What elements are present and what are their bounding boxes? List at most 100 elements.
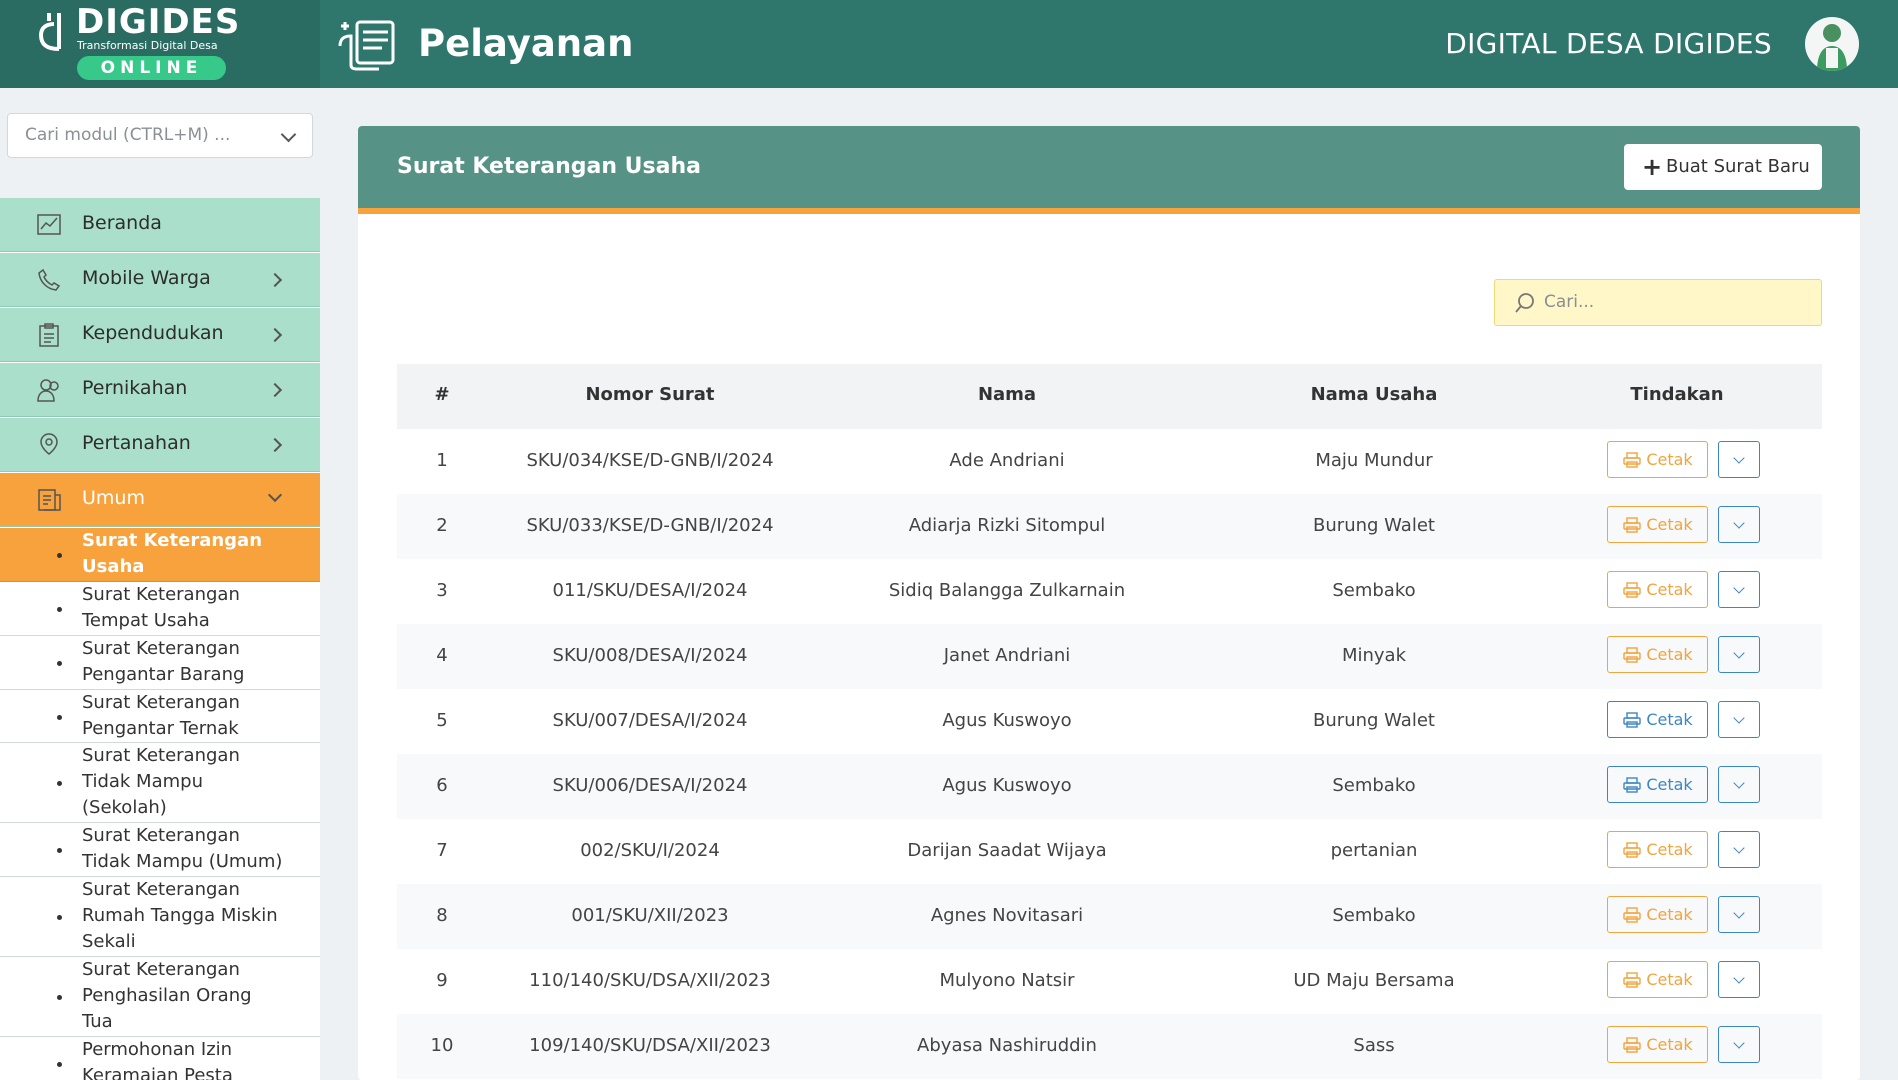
chevron-down-icon [1733,1037,1745,1049]
row-nama-usaha: Sembako [1332,905,1416,926]
row-number: 10 [430,1035,454,1056]
print-label: Cetak [1646,515,1693,534]
bullet-icon [57,995,62,1000]
row-nama-usaha: UD Maju Bersama [1293,970,1455,991]
chevron-right-icon [267,382,283,398]
print-label: Cetak [1646,710,1693,729]
row-number: 2 [436,515,448,536]
chevron-right-icon [267,272,283,288]
clipboard-icon [39,323,59,347]
print-button[interactable]: Cetak [1607,571,1708,608]
printer-icon [1623,907,1641,923]
chevron-down-icon [1733,452,1745,464]
row-nomor-surat: SKU/007/DESA/I/2024 [552,710,748,731]
row-nama-usaha: Sembako [1332,580,1416,601]
more-actions-dropdown[interactable] [1718,571,1760,608]
create-letter-button[interactable]: + Buat Surat Baru [1624,144,1822,190]
more-actions-dropdown[interactable] [1718,766,1760,803]
row-number: 9 [436,970,448,991]
table-row: 9 110/140/SKU/DSA/XII/2023 Mulyono Natsir U… [397,949,1822,1014]
card-header: Surat Keterangan Usaha + Buat Surat Baru [358,126,1860,214]
chevron-right-icon [267,437,283,453]
table-row: 2 SKU/033/KSE/D-GNB/I/2024 Adiarja Rizki S… [397,494,1822,559]
print-button[interactable]: Cetak [1607,831,1708,868]
print-label: Cetak [1646,840,1693,859]
chevron-down-icon [1733,777,1745,789]
sidebar-item-pertanahan[interactable]: Pertanahan [0,418,320,472]
row-number: 5 [436,710,448,731]
printer-icon [1623,517,1641,533]
row-nama-usaha: Maju Mundur [1315,450,1433,471]
app-logo[interactable]: DIGIDES Transformasi Digital Desa ONLINE [0,0,320,88]
row-number: 6 [436,775,448,796]
more-actions-dropdown[interactable] [1718,1026,1760,1063]
more-actions-dropdown[interactable] [1718,961,1760,998]
sidebar-item-kependudukan[interactable]: Kependudukan [0,308,320,362]
print-button[interactable]: Cetak [1607,441,1708,478]
row-nama: Sidiq Balangga Zulkarnain [888,580,1126,601]
row-nama: Agus Kuswoyo [942,710,1072,731]
row-nama: Agnes Novitasari [930,905,1084,926]
more-actions-dropdown[interactable] [1718,506,1760,543]
subitem-surat-keterangan-tempat-usaha[interactable]: Surat Keterangan Tempat Usaha [0,582,320,636]
sidebar-item-pernikahan[interactable]: Pernikahan [0,363,320,417]
sidebar-item-label: Pertanahan [82,432,191,454]
subitem-surat-keterangan-tidak-mampu-sekolah[interactable]: Surat Keterangan Tidak Mampu (Sekolah) [0,743,320,823]
print-button[interactable]: Cetak [1607,701,1708,738]
subitem-label: Surat Keterangan Usaha [82,530,263,577]
table-row: 10 109/140/SKU/DSA/XII/2023 Abyasa Nashiru… [397,1014,1822,1079]
column-header-nomor-surat: Nomor Surat [585,384,715,405]
printer-icon [1623,452,1641,468]
logo-subtitle: Transformasi Digital Desa [77,39,218,52]
subitem-surat-keterangan-rumah-tangga-miskin[interactable]: Surat Keterangan Rumah Tangga Miskin Sekal… [0,877,320,957]
subitem-surat-keterangan-penghasilan-orang-tua[interactable]: Surat Keterangan Penghasilan Orang Tua [0,957,320,1037]
printer-icon [1623,582,1641,598]
table-row: 4 SKU/008/DESA/I/2024 Janet Andriani Minyak… [397,624,1822,689]
column-header-nama-usaha: Nama Usaha [1310,384,1438,405]
sidebar-item-mobile-warga[interactable]: Mobile Warga [0,253,320,307]
module-search-input[interactable]: Cari modul (CTRL+M) ... [7,113,313,158]
row-nama: Agus Kuswoyo [942,775,1072,796]
chevron-down-icon [267,487,283,503]
sidebar-item-beranda[interactable]: Beranda [0,198,320,252]
subitem-surat-keterangan-usaha[interactable]: Surat Keterangan Usaha [0,528,320,582]
print-button[interactable]: Cetak [1607,506,1708,543]
create-letter-label: Buat Surat Baru [1666,156,1810,177]
print-button[interactable]: Cetak [1607,961,1708,998]
main-card: Surat Keterangan Usaha + Buat Surat Baru… [358,126,1860,1080]
more-actions-dropdown[interactable] [1718,896,1760,933]
subitem-surat-keterangan-pengantar-barang[interactable]: Surat Keterangan Pengantar Barang [0,636,320,690]
row-nama-usaha: Sass [1353,1035,1395,1056]
table-search-input[interactable]: Cari... [1494,279,1822,326]
table-search-placeholder: Cari... [1544,292,1595,312]
row-nomor-surat: 001/SKU/XII/2023 [571,905,729,926]
printer-icon [1623,972,1641,988]
bullet-icon [57,915,62,920]
row-nomor-surat: 002/SKU/I/2024 [580,840,720,861]
row-nama-usaha: Sembako [1332,775,1416,796]
more-actions-dropdown[interactable] [1718,701,1760,738]
sidebar-item-label: Pernikahan [82,377,188,399]
more-actions-dropdown[interactable] [1718,441,1760,478]
sidebar-item-umum[interactable]: Umum [0,473,320,527]
table-row: 5 SKU/007/DESA/I/2024 Agus Kuswoyo Burung W… [397,689,1822,754]
more-actions-dropdown[interactable] [1718,636,1760,673]
row-nomor-surat: 011/SKU/DESA/I/2024 [552,580,748,601]
subitem-permohonan-izin-keramaian-pesta[interactable]: Permohonan Izin Keramaian Pesta [0,1037,320,1080]
table-row: 3 011/SKU/DESA/I/2024 Sidiq Balangga Zulka… [397,559,1822,624]
subitem-label: Surat Keterangan Pengantar Ternak [82,692,240,739]
bullet-icon [57,848,62,853]
user-avatar[interactable] [1805,17,1859,71]
more-actions-dropdown[interactable] [1718,831,1760,868]
chevron-down-icon [1733,842,1745,854]
print-button[interactable]: Cetak [1607,1026,1708,1063]
table-header: # Nomor Surat Nama Nama Usaha Tindakan [397,364,1822,429]
subitem-surat-keterangan-pengantar-ternak[interactable]: Surat Keterangan Pengantar Ternak [0,690,320,743]
bullet-icon [57,607,62,612]
print-button[interactable]: Cetak [1607,896,1708,933]
print-button[interactable]: Cetak [1607,636,1708,673]
subitem-label: Surat Keterangan Tempat Usaha [82,584,240,631]
print-button[interactable]: Cetak [1607,766,1708,803]
print-label: Cetak [1646,580,1693,599]
subitem-surat-keterangan-tidak-mampu-umum[interactable]: Surat Keterangan Tidak Mampu (Umum) [0,823,320,877]
